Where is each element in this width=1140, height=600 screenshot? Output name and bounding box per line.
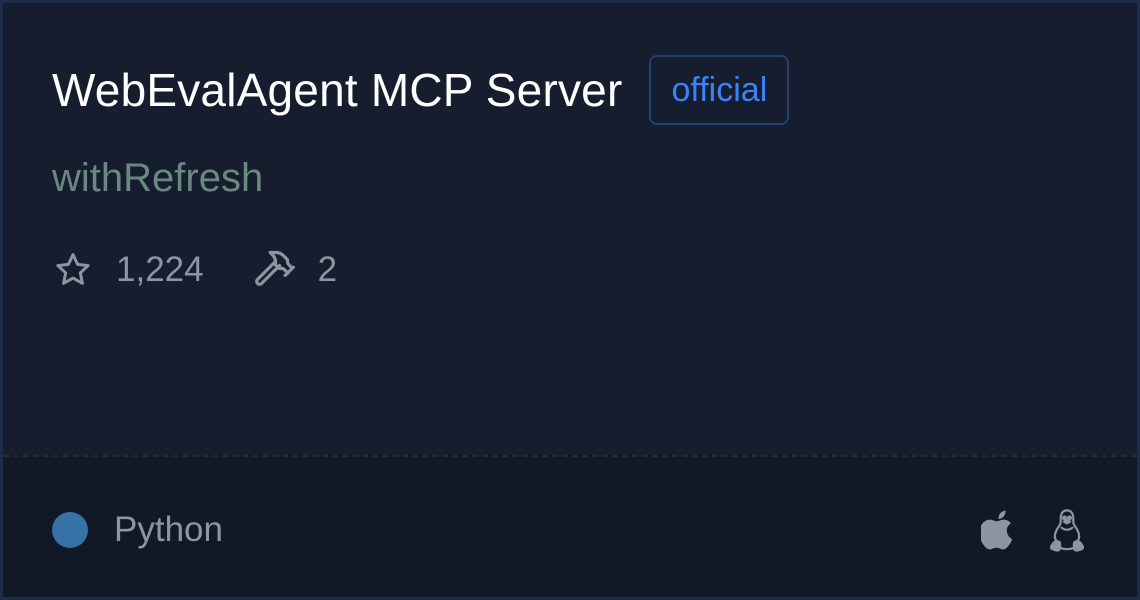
server-card[interactable]: WebEvalAgent MCP Server official withRef…	[0, 0, 1140, 600]
card-body: WebEvalAgent MCP Server official withRef…	[3, 3, 1137, 455]
linux-icon	[1047, 507, 1087, 553]
language-indicator: Python	[52, 507, 223, 553]
stats-row: 1,224 2	[52, 247, 337, 293]
title-row: WebEvalAgent MCP Server official	[52, 52, 790, 128]
star-icon	[52, 249, 94, 291]
tools-count: 2	[317, 250, 338, 289]
server-title: WebEvalAgent MCP Server	[52, 64, 623, 116]
language-color-dot	[52, 512, 88, 548]
hammer-icon	[254, 249, 296, 291]
platform-icons	[979, 505, 1087, 555]
tools-stat: 2	[254, 247, 337, 293]
card-footer: Python	[3, 455, 1137, 597]
author-name: withRefresh	[52, 156, 264, 200]
official-badge: official	[649, 55, 790, 125]
language-name: Python	[114, 510, 223, 549]
stars-count: 1,224	[116, 250, 204, 289]
stars-stat: 1,224	[52, 247, 204, 293]
apple-icon	[979, 507, 1019, 553]
